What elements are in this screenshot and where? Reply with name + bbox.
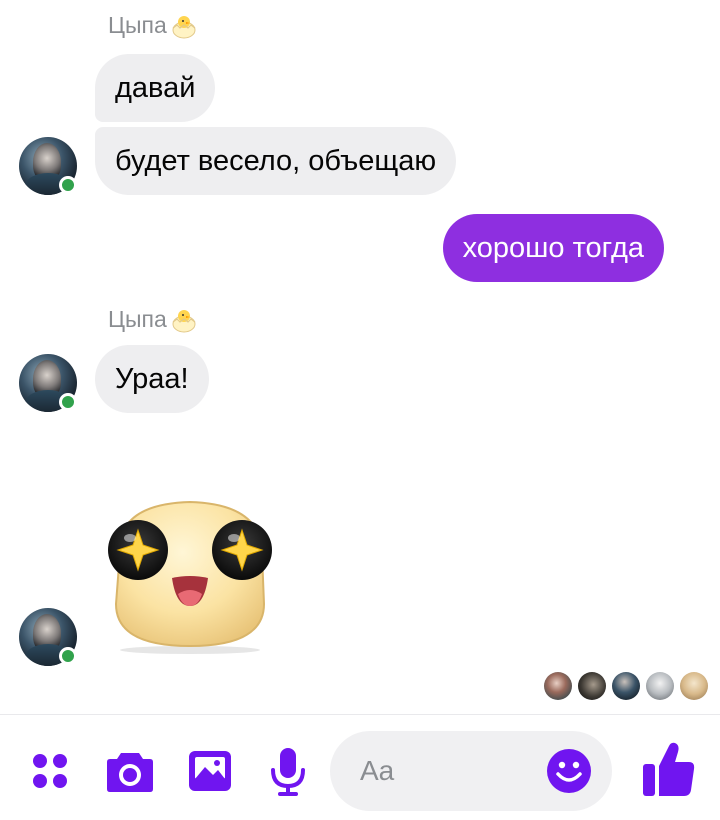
contact-avatar[interactable]: [19, 608, 77, 666]
message-text: будет весело, объещаю: [115, 144, 437, 177]
chick-icon: [169, 307, 199, 333]
camera-icon[interactable]: [104, 747, 156, 795]
starry-eyes-face-sticker[interactable]: [100, 494, 280, 654]
sender-name: Цыпа: [108, 12, 199, 39]
emoji-icon[interactable]: [546, 748, 592, 794]
message-text: давай: [115, 71, 196, 104]
online-status-dot: [59, 176, 77, 194]
sender-name-text: Цыпа: [108, 306, 167, 332]
contact-avatar[interactable]: [19, 354, 77, 412]
seen-avatar: [544, 672, 572, 700]
seen-avatar: [646, 672, 674, 700]
online-status-dot: [59, 393, 77, 411]
incoming-message[interactable]: Ураа!: [95, 345, 209, 413]
more-apps-icon[interactable]: [28, 749, 72, 793]
microphone-icon[interactable]: [266, 745, 310, 799]
seen-avatar: [612, 672, 640, 700]
incoming-message[interactable]: давай: [95, 54, 216, 122]
message-input-placeholder: Aa: [360, 755, 395, 786]
seen-by-avatars: [544, 672, 708, 700]
chick-icon: [169, 13, 199, 39]
outgoing-message[interactable]: хорошо тогда: [442, 214, 664, 282]
contact-avatar[interactable]: [19, 137, 77, 195]
online-status-dot: [59, 647, 77, 665]
seen-avatar: [680, 672, 708, 700]
incoming-message[interactable]: будет весело, объещаю: [95, 127, 457, 195]
sender-name: Цыпа: [108, 306, 199, 333]
gallery-icon[interactable]: [186, 747, 234, 795]
message-composer: Aa: [0, 714, 720, 820]
sender-name-text: Цыпа: [108, 12, 167, 38]
message-text: Ураа!: [115, 362, 189, 395]
seen-avatar: [578, 672, 606, 700]
message-input[interactable]: Aa: [330, 731, 612, 811]
like-icon[interactable]: [640, 739, 698, 799]
message-text: хорошо тогда: [462, 231, 644, 264]
